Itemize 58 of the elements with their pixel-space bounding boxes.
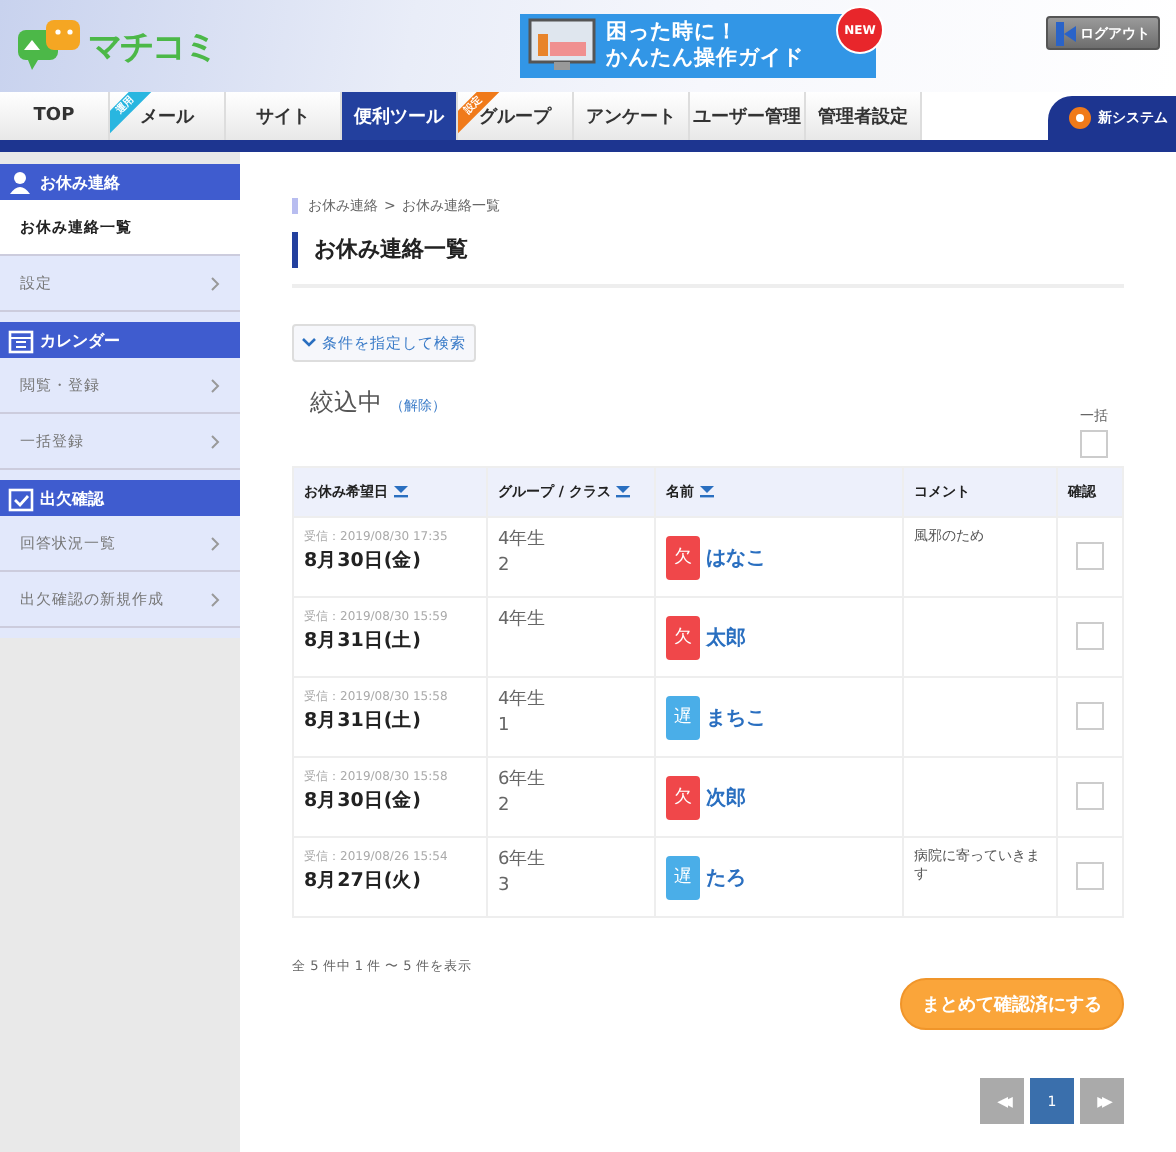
monitor-icon xyxy=(528,18,596,74)
sidebar-heading-text: カレンダー xyxy=(40,329,120,351)
nav-tab[interactable]: 管理者設定 xyxy=(806,92,922,140)
grade-text: 6年生 xyxy=(498,768,548,794)
sort-icon xyxy=(394,486,408,499)
chevron-icon xyxy=(210,591,220,607)
checkbox[interactable] xyxy=(1076,701,1104,729)
nav-tab[interactable]: 便利ツール xyxy=(342,92,458,140)
grade-text: 6年生 xyxy=(498,848,548,874)
chevron-icon xyxy=(210,275,220,291)
name-link[interactable]: 次郎 xyxy=(706,783,746,811)
sidebar-heading-text: 出欠確認 xyxy=(40,487,104,509)
name-link[interactable]: 太郎 xyxy=(706,623,746,651)
status-badge: 欠 xyxy=(666,775,700,819)
sort-icon xyxy=(616,486,631,499)
status-badge: 遅 xyxy=(666,695,700,739)
absence-date: 8月30日(金) xyxy=(304,788,424,814)
door-arrow-icon xyxy=(1056,21,1076,45)
grade-text: 4年生 xyxy=(498,528,548,554)
chevron-icon xyxy=(210,433,220,449)
chevron-icon xyxy=(210,377,220,393)
checkbox[interactable] xyxy=(1076,861,1104,889)
status-badge: 欠 xyxy=(666,615,700,659)
nav-tab[interactable]: サイト xyxy=(226,92,342,140)
sort-icon xyxy=(700,486,714,499)
person-icon xyxy=(8,169,34,195)
name-link[interactable]: はなこ xyxy=(706,543,766,571)
absence-date: 8月31日(土) xyxy=(304,628,424,654)
class-text: 3 xyxy=(498,874,512,900)
checkbox[interactable] xyxy=(1076,621,1104,649)
checkbox-icon xyxy=(8,485,34,511)
banner-text: かんたん操作ガイド xyxy=(606,46,804,72)
chevron-down-icon xyxy=(302,338,316,348)
status-badge: 欠 xyxy=(666,535,700,579)
name-link[interactable]: まちこ xyxy=(706,703,766,731)
nav-tab[interactable]: アンケート xyxy=(574,92,690,140)
calendar-icon xyxy=(8,327,34,353)
nav-tab[interactable]: TOP xyxy=(0,92,110,140)
absence-date: 8月31日(土) xyxy=(304,708,424,734)
sidebar-heading-text: お休み連絡 xyxy=(40,171,120,193)
absence-date: 8月27日(火) xyxy=(304,868,424,894)
name-link[interactable]: たろ xyxy=(706,863,746,891)
status-badge: 遅 xyxy=(666,855,700,899)
checkbox[interactable] xyxy=(1080,430,1108,458)
class-text: 2 xyxy=(498,554,512,580)
grade-text: 4年生 xyxy=(498,608,548,634)
banner-text: 困った時に！ xyxy=(606,20,740,46)
class-text: 2 xyxy=(498,794,512,820)
grade-text: 4年生 xyxy=(498,688,548,714)
chevron-icon xyxy=(210,535,220,551)
class-text: 1 xyxy=(498,714,512,740)
checkbox[interactable] xyxy=(1076,541,1104,569)
checkbox[interactable] xyxy=(1076,781,1104,809)
chat-bubbles-icon xyxy=(16,18,84,74)
absence-date: 8月30日(金) xyxy=(304,548,424,574)
nav-tab[interactable]: ユーザー管理 xyxy=(690,92,806,140)
page-title: お休み連絡一覧 xyxy=(292,232,1124,268)
filter-status: 絞込中 xyxy=(310,386,382,420)
